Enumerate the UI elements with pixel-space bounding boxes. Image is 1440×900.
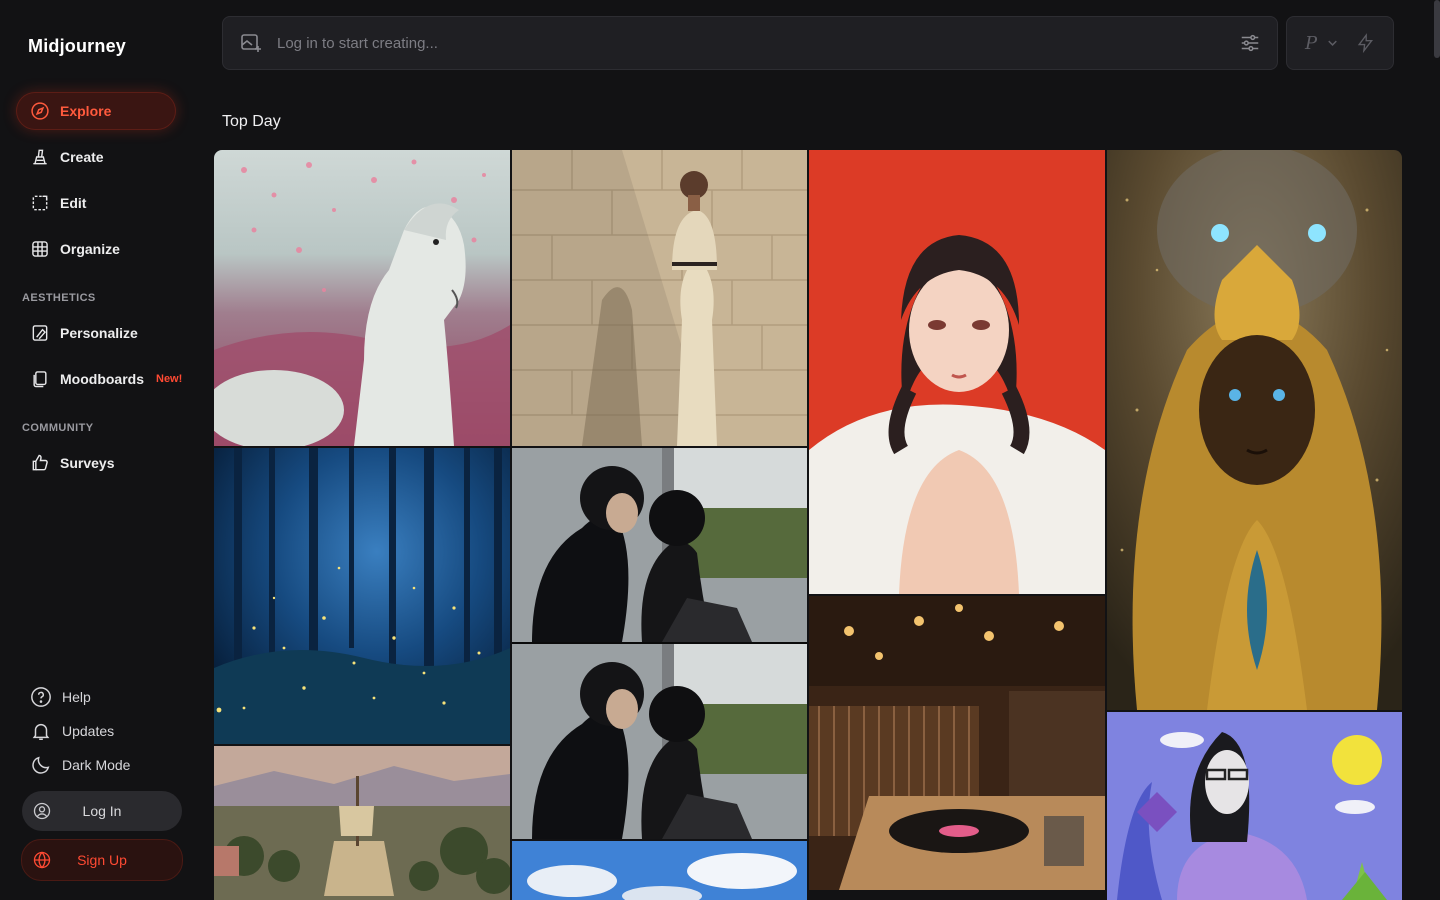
lightning-icon[interactable] bbox=[1356, 33, 1375, 53]
mode-letter: P bbox=[1305, 32, 1318, 54]
gallery-image[interactable] bbox=[512, 841, 807, 900]
nav-label: Surveys bbox=[60, 455, 115, 471]
signup-label: Sign Up bbox=[77, 852, 127, 868]
woman-stone-wall-image bbox=[512, 150, 807, 446]
mode-selector[interactable]: P bbox=[1286, 16, 1394, 70]
nav-label: Edit bbox=[60, 195, 87, 211]
clay-character-image bbox=[1107, 712, 1402, 900]
nav-moodboards[interactable]: Moodboards New! bbox=[16, 360, 196, 398]
nav-label: Create bbox=[60, 149, 104, 165]
desert-ship-image bbox=[214, 746, 510, 900]
blue-sky-image bbox=[512, 841, 807, 900]
bell-icon bbox=[32, 723, 50, 740]
nav-surveys[interactable]: Surveys bbox=[16, 444, 176, 482]
user-circle-icon bbox=[33, 802, 51, 820]
edit-frame-icon bbox=[32, 195, 48, 211]
sidebar: Midjourney Explore Create Edit Organize … bbox=[0, 0, 205, 900]
updates-link[interactable]: Updates bbox=[30, 718, 114, 744]
thumbs-up-icon bbox=[32, 454, 48, 471]
record-store-image bbox=[809, 596, 1105, 890]
nav-label: Moodboards bbox=[60, 371, 144, 387]
gallery-image[interactable] bbox=[214, 150, 510, 446]
chevron-down-icon bbox=[1328, 40, 1337, 46]
gallery-image[interactable] bbox=[512, 150, 807, 446]
nav-explore[interactable]: Explore bbox=[16, 92, 176, 130]
brush-icon bbox=[33, 149, 47, 165]
nav-label: Personalize bbox=[60, 325, 138, 341]
nav-personalize[interactable]: Personalize bbox=[16, 314, 176, 352]
scrollbar-thumb[interactable] bbox=[1434, 0, 1440, 58]
section-aesthetics: AESTHETICS bbox=[22, 292, 96, 304]
gallery-image[interactable] bbox=[1107, 712, 1402, 900]
nav-organize[interactable]: Organize bbox=[16, 230, 176, 268]
golden-goddess-image bbox=[1107, 150, 1402, 710]
personalize-icon bbox=[32, 325, 48, 341]
gallery-image[interactable] bbox=[1107, 150, 1402, 710]
help-label: Help bbox=[62, 689, 91, 705]
gallery-image[interactable] bbox=[512, 448, 807, 839]
prompt-input[interactable] bbox=[277, 34, 1239, 52]
signup-button[interactable]: Sign Up bbox=[21, 839, 183, 881]
globe-icon bbox=[33, 851, 51, 869]
nav-label: Organize bbox=[60, 241, 120, 257]
gallery-image[interactable] bbox=[809, 596, 1105, 890]
add-image-icon[interactable] bbox=[239, 31, 263, 55]
gallery-image[interactable] bbox=[214, 746, 510, 900]
settings-sliders-icon[interactable] bbox=[1239, 32, 1261, 54]
login-label: Log In bbox=[82, 803, 122, 819]
anime-girl-image bbox=[809, 150, 1105, 594]
nav-create[interactable]: Create bbox=[16, 138, 176, 176]
new-badge: New! bbox=[156, 373, 183, 385]
moon-icon bbox=[32, 756, 50, 774]
compass-icon bbox=[31, 102, 49, 120]
help-link[interactable]: Help bbox=[30, 684, 91, 710]
dark-mode-toggle[interactable]: Dark Mode bbox=[30, 752, 130, 778]
prompt-bar bbox=[222, 16, 1278, 70]
section-community: COMMUNITY bbox=[22, 422, 94, 434]
dark-mode-label: Dark Mode bbox=[62, 757, 131, 773]
grid-icon bbox=[32, 241, 48, 257]
moodboard-icon bbox=[33, 371, 47, 388]
login-button[interactable]: Log In bbox=[22, 791, 182, 831]
gallery-image[interactable] bbox=[809, 150, 1105, 594]
firefly-forest-image bbox=[214, 448, 510, 744]
white-horse-image bbox=[214, 150, 510, 446]
updates-label: Updates bbox=[62, 723, 115, 739]
gallery-image[interactable] bbox=[214, 448, 510, 744]
nav-edit[interactable]: Edit bbox=[16, 184, 176, 222]
nav-label: Explore bbox=[60, 103, 112, 119]
couple-film-still-image bbox=[512, 448, 807, 839]
help-icon bbox=[31, 687, 51, 707]
app-logo[interactable]: Midjourney bbox=[28, 36, 126, 57]
gallery-title: Top Day bbox=[222, 113, 281, 130]
